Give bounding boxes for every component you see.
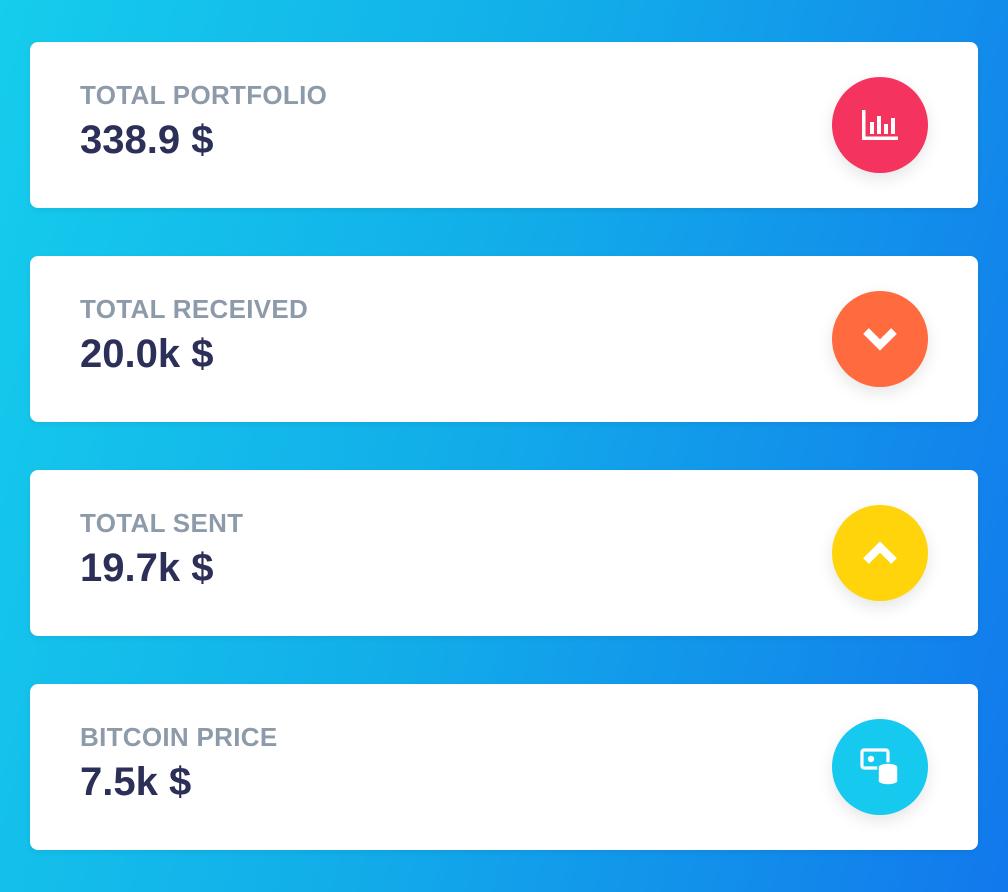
sent-icon-badge [832,505,928,601]
portfolio-icon-badge [832,77,928,173]
chevron-up-icon [863,541,897,564]
bitcoin-price-card: BITCOIN PRICE 7.5k $ [30,684,978,850]
card-value: 20.0k $ [80,332,214,376]
money-coins-icon [860,748,899,786]
card-value: 7.5k $ [80,760,192,804]
card-value: 19.7k $ [80,546,214,590]
card-label: TOTAL SENT [80,508,244,538]
chevron-down-icon [863,328,897,351]
total-portfolio-card: TOTAL PORTFOLIO 338.9 $ [30,42,978,208]
bitcoin-icon-badge [832,719,928,815]
total-sent-card: TOTAL SENT 19.7k $ [30,470,978,636]
received-icon-badge [832,291,928,387]
card-label: TOTAL PORTFOLIO [80,80,328,110]
card-label: BITCOIN PRICE [80,722,278,752]
card-label: TOTAL RECEIVED [80,294,309,324]
bar-chart-icon [862,110,898,140]
total-received-card: TOTAL RECEIVED 20.0k $ [30,256,978,422]
card-value: 338.9 $ [80,118,214,162]
